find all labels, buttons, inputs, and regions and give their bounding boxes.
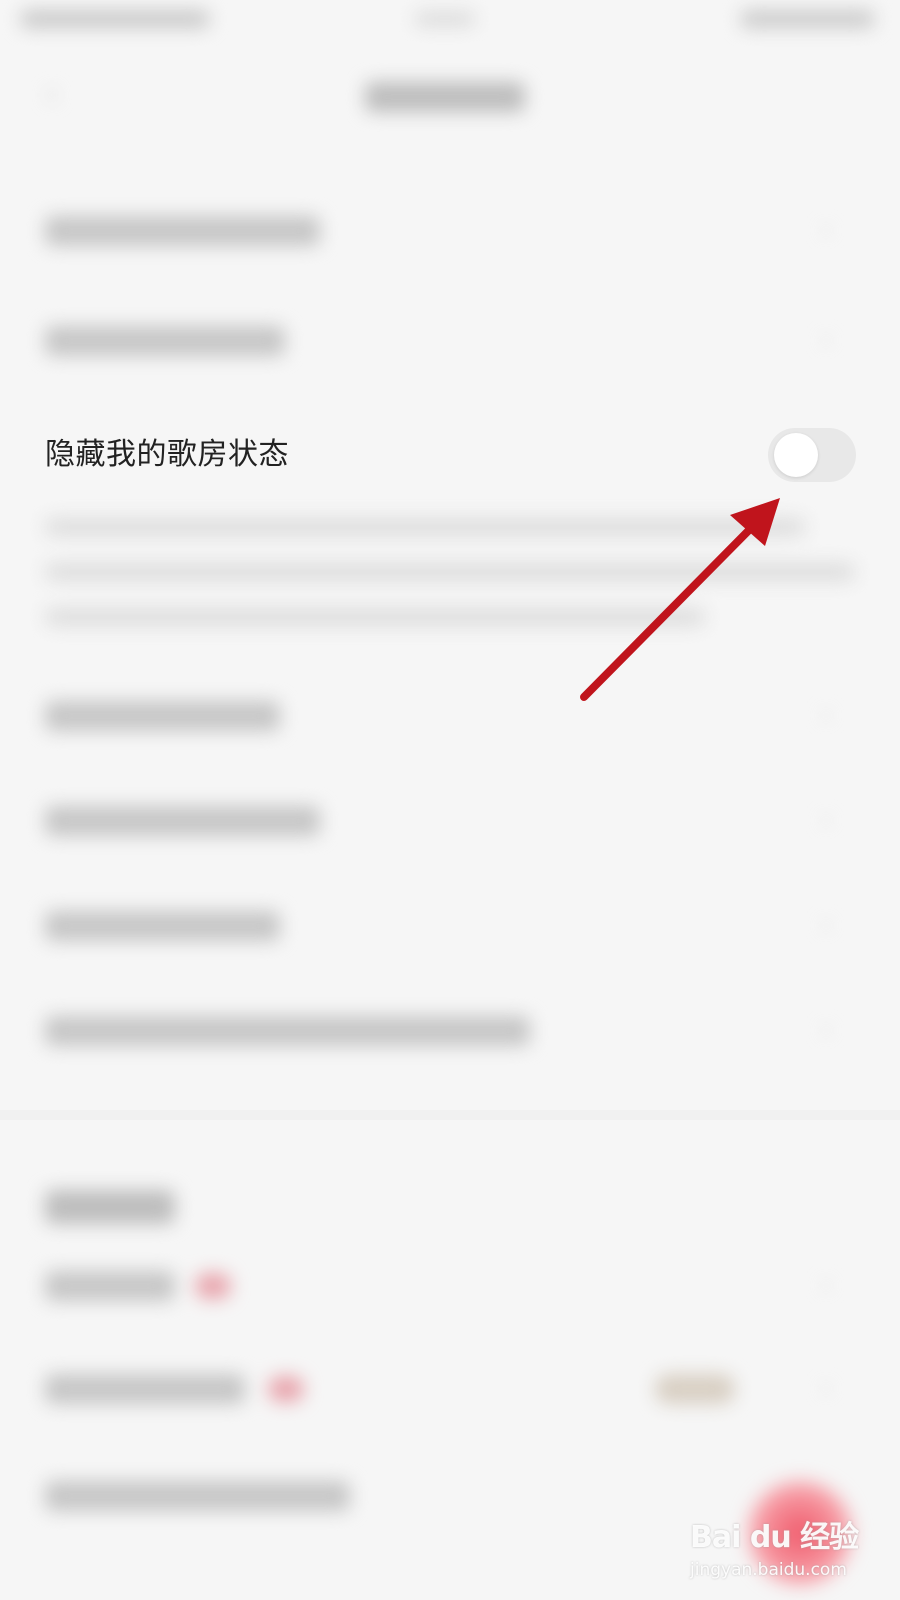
baidu-jingyan-watermark: Bai du 经验 jingyan.baidu.com — [690, 1512, 890, 1592]
page-title — [365, 82, 525, 112]
status-tag — [655, 1374, 735, 1404]
settings-row-label — [45, 1271, 175, 1301]
settings-row-label — [45, 216, 320, 246]
status-bar — [0, 0, 900, 44]
settings-row[interactable]: › — [0, 1338, 900, 1438]
chevron-right-icon: › — [821, 1373, 832, 1403]
section-divider — [0, 1110, 900, 1120]
settings-row[interactable]: › — [0, 290, 900, 390]
status-bar-indicators — [740, 10, 875, 28]
chevron-right-icon: › — [821, 1270, 832, 1300]
back-arrow-icon[interactable]: ‹ — [45, 77, 73, 111]
chevron-right-icon: › — [821, 910, 832, 940]
settings-row-label — [45, 1481, 350, 1511]
section-header — [45, 1190, 175, 1224]
watermark-brand: Bai du 经验 — [690, 1520, 859, 1555]
settings-row[interactable]: › — [0, 770, 900, 870]
settings-row-label — [45, 326, 285, 356]
chevron-right-icon: › — [821, 1015, 832, 1045]
watermark-url: jingyan.baidu.com — [690, 1560, 847, 1580]
hide-karaoke-status-row: 隐藏我的歌房状态 — [0, 405, 900, 505]
nav-bar: ‹ — [0, 60, 900, 130]
chevron-right-icon: › — [821, 700, 832, 730]
description-line — [45, 563, 855, 581]
chevron-right-icon: › — [821, 805, 832, 835]
new-badge — [195, 1273, 231, 1299]
description-line — [45, 518, 805, 536]
settings-row[interactable]: › — [0, 875, 900, 975]
settings-row-label — [45, 1374, 245, 1404]
chevron-right-icon: › — [821, 215, 832, 245]
hide-karaoke-status-toggle[interactable] — [768, 428, 856, 482]
settings-row[interactable]: › — [0, 1235, 900, 1335]
settings-row[interactable]: › — [0, 180, 900, 280]
hide-karaoke-status-label: 隐藏我的歌房状态 — [45, 437, 289, 472]
status-bar-time — [20, 10, 210, 28]
chevron-right-icon: › — [821, 325, 832, 355]
setting-description — [45, 518, 855, 648]
description-line — [45, 608, 705, 626]
new-badge — [268, 1376, 304, 1402]
toggle-knob — [774, 433, 818, 477]
settings-row-label — [45, 1016, 530, 1046]
settings-row[interactable]: › — [0, 980, 900, 1080]
settings-row-label — [45, 806, 320, 836]
settings-row[interactable]: › — [0, 665, 900, 765]
settings-row-label — [45, 911, 280, 941]
settings-row-label — [45, 701, 280, 731]
status-bar-center — [415, 12, 475, 26]
